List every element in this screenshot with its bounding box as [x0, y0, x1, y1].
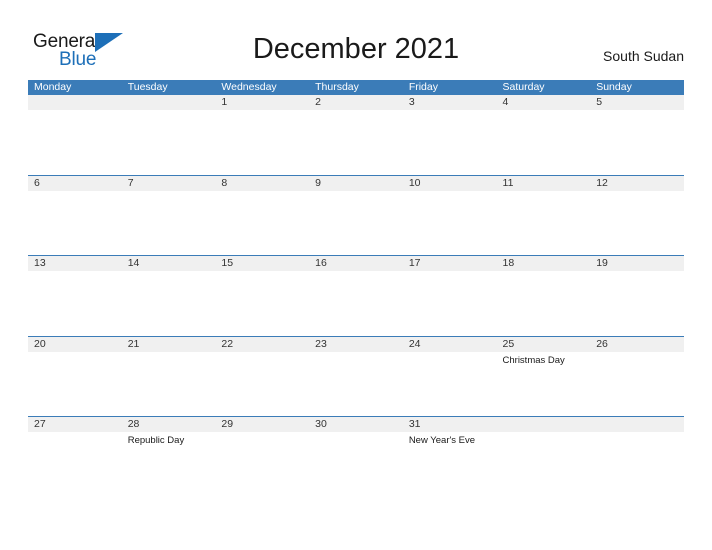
week-days: 20 21 22 23 24 25 Christmas Day 26: [28, 337, 684, 367]
day-number: 24: [408, 337, 421, 350]
week-row: 20 21 22 23 24 25 Christmas Day 26: [28, 336, 684, 417]
day-cell[interactable]: 13: [28, 256, 122, 274]
day-cell[interactable]: 17: [403, 256, 497, 274]
day-number: 23: [315, 337, 327, 350]
day-cell[interactable]: [28, 95, 122, 113]
day-number: 16: [315, 257, 327, 269]
calendar-grid: Monday Tuesday Wednesday Thursday Friday…: [28, 80, 684, 497]
day-cell[interactable]: 12: [590, 176, 684, 194]
day-cell[interactable]: [122, 95, 216, 113]
day-cell[interactable]: 11: [497, 176, 591, 194]
week-days: 13 14 15 16 17 18 19: [28, 256, 684, 274]
day-cell[interactable]: 9: [309, 176, 403, 194]
weekday-header-row: Monday Tuesday Wednesday Thursday Friday…: [28, 80, 684, 95]
day-cell[interactable]: [497, 417, 591, 447]
day-cell[interactable]: 6: [28, 176, 122, 194]
week-row: 27 28 Republic Day 29 30 31 New Year's E…: [28, 417, 684, 497]
day-number: 25: [502, 337, 515, 350]
day-cell[interactable]: 28 Republic Day: [122, 417, 216, 447]
day-cell[interactable]: 21: [122, 337, 216, 367]
day-number: 27: [34, 418, 46, 430]
weekday-header-tuesday: Tuesday: [127, 81, 168, 93]
day-number: 3: [408, 96, 415, 108]
day-cell[interactable]: 18: [497, 256, 591, 274]
day-number: 31: [408, 418, 421, 430]
day-cell[interactable]: 19: [590, 256, 684, 274]
weekday-header-sunday: Sunday: [596, 81, 632, 93]
day-number: 19: [596, 257, 608, 269]
day-number: 12: [596, 176, 608, 189]
weekday-header-friday: Friday: [408, 81, 438, 93]
day-number: 13: [34, 257, 46, 269]
weekday-header-wednesday: Wednesday: [221, 81, 277, 93]
week-row: 1 2 3 4 5: [28, 95, 684, 176]
week-days: 27 28 Republic Day 29 30 31 New Year's E…: [28, 417, 684, 447]
day-number: 26: [596, 337, 608, 350]
day-number: [128, 95, 216, 110]
day-cell[interactable]: 5: [590, 95, 684, 113]
day-number: 10: [408, 176, 421, 189]
day-number: 20: [34, 337, 46, 350]
day-cell[interactable]: 20: [28, 337, 122, 367]
day-number: 1: [221, 96, 228, 108]
day-number: 9: [315, 176, 321, 189]
day-number: 21: [127, 337, 140, 350]
day-number: 29: [221, 418, 234, 430]
day-number: 4: [502, 96, 509, 108]
day-event: Republic Day: [127, 435, 185, 446]
week-days: 6 7 8 9 10 11 12: [28, 176, 684, 194]
day-cell[interactable]: 2: [309, 95, 403, 113]
day-number: 18: [502, 257, 515, 269]
week-row: 6 7 8 9 10 11 12: [28, 175, 684, 256]
day-cell[interactable]: 29: [215, 417, 309, 447]
day-cell[interactable]: 8: [215, 176, 309, 194]
day-number: 15: [221, 257, 234, 269]
page-header: General Blue December 2021 South Sudan: [0, 0, 712, 80]
weekday-header-saturday: Saturday: [502, 81, 545, 93]
day-cell[interactable]: 3: [403, 95, 497, 113]
day-cell[interactable]: 27: [28, 417, 122, 447]
day-cell[interactable]: 25 Christmas Day: [497, 337, 591, 367]
day-number: 6: [34, 176, 40, 189]
day-number: [596, 417, 684, 432]
day-number: 17: [408, 257, 421, 269]
day-cell[interactable]: 14: [122, 256, 216, 274]
day-cell[interactable]: 30: [309, 417, 403, 447]
day-cell[interactable]: 22: [215, 337, 309, 367]
weekday-header-monday: Monday: [34, 81, 72, 93]
day-number: 22: [221, 337, 234, 350]
day-number: 8: [221, 176, 228, 189]
week-days: 1 2 3 4 5: [28, 95, 684, 113]
calendar-page: General Blue December 2021 South Sudan M…: [0, 0, 712, 550]
day-cell[interactable]: 16: [309, 256, 403, 274]
day-cell[interactable]: 10: [403, 176, 497, 194]
day-cell[interactable]: 7: [122, 176, 216, 194]
day-event: New Year's Eve: [408, 435, 476, 446]
day-cell[interactable]: 1: [215, 95, 309, 113]
day-number: 2: [315, 96, 321, 108]
day-number: 7: [127, 176, 134, 189]
day-number: 14: [127, 257, 140, 269]
day-cell[interactable]: [590, 417, 684, 447]
day-number: 5: [596, 96, 603, 108]
day-event: Christmas Day: [502, 354, 565, 366]
day-cell[interactable]: 31 New Year's Eve: [403, 417, 497, 447]
day-number: [34, 95, 122, 110]
locale-label: South Sudan: [603, 48, 684, 64]
week-row: 13 14 15 16 17 18 19: [28, 256, 684, 337]
day-number: 28: [127, 418, 140, 430]
day-cell[interactable]: 26: [590, 337, 684, 367]
day-cell[interactable]: 15: [215, 256, 309, 274]
weekday-header-thursday: Thursday: [315, 81, 359, 93]
day-number: [503, 417, 591, 432]
day-cell[interactable]: 24: [403, 337, 497, 367]
day-number: 30: [315, 418, 327, 430]
day-number: 11: [502, 176, 514, 189]
day-cell[interactable]: 4: [497, 95, 591, 113]
day-cell[interactable]: 23: [309, 337, 403, 367]
